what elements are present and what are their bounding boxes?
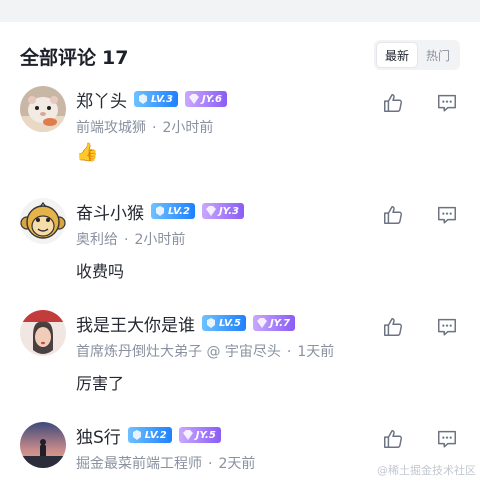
diamond-icon (256, 317, 268, 329)
user-name[interactable]: 郑丫头 (76, 87, 127, 112)
user-name-row: 奋斗小猴 LV.2 JY.3 (76, 199, 245, 224)
level-text: LV.3 (151, 93, 173, 105)
like-button[interactable] (382, 428, 404, 450)
jy-text: JY.7 (269, 317, 291, 329)
user-avatar[interactable] (20, 198, 66, 244)
level-icon (137, 93, 149, 105)
diamond-icon (188, 93, 200, 105)
sort-latest-button[interactable]: 最新 (376, 42, 418, 68)
jy-text: JY.5 (195, 429, 216, 441)
hamster-avatar-icon (20, 86, 66, 132)
comment-icon (438, 430, 456, 448)
person-avatar-icon (20, 310, 66, 356)
comment-content: 收费吗 (76, 262, 125, 281)
comments-title-text: 全部评论 (20, 47, 97, 69)
user-name-row: 我是王大你是谁 LV.5 JY.7 (76, 311, 296, 336)
user-name[interactable]: 奋斗小猴 (76, 199, 144, 224)
comments-title: 全部评论 17 (20, 43, 128, 70)
comment-time: 2小时前 (134, 232, 186, 248)
user-avatar[interactable] (20, 310, 66, 356)
level-badge: LV.5 (202, 315, 246, 331)
user-meta: 掘金最菜前端工程师 · 2天前 (76, 456, 256, 472)
comment-content: 厉害了 (76, 374, 125, 393)
reply-button[interactable] (436, 204, 458, 226)
jy-badge: JY.3 (201, 203, 245, 219)
user-avatar[interactable] (20, 422, 66, 468)
comment-time: 2天前 (218, 456, 256, 472)
thumbs-up-icon (384, 94, 403, 112)
watermark: @稀土掘金技术社区 (377, 464, 476, 477)
comment-icon (438, 206, 456, 224)
jy-badge: JY.7 (252, 315, 296, 331)
comment-icon (438, 94, 456, 112)
reply-button[interactable] (436, 428, 458, 450)
top-divider (0, 0, 480, 22)
thumbs-up-icon (384, 206, 403, 224)
level-icon (131, 429, 143, 441)
user-title: 奥利给 (76, 232, 118, 248)
like-button[interactable] (382, 204, 404, 226)
user-name[interactable]: 独S行 (76, 423, 121, 448)
user-title: 掘金最菜前端工程师 (76, 456, 202, 472)
level-text: LV.2 (168, 205, 190, 217)
comments-count: 17 (102, 47, 129, 69)
comment-time: 2小时前 (162, 120, 214, 136)
reply-button[interactable] (436, 92, 458, 114)
level-icon (205, 317, 217, 329)
sunset-avatar-icon (20, 422, 66, 468)
user-name-row: 独S行 LV.2 JY.5 (76, 423, 221, 448)
user-avatar[interactable] (20, 86, 66, 132)
diamond-icon (205, 205, 217, 217)
jy-text: JY.3 (218, 205, 240, 217)
comment-icon (438, 318, 456, 336)
comment-item: 郑丫头 LV.3 JY.6 前端攻城狮 · 2小时前 👍 (20, 86, 460, 166)
comments-header: 全部评论 17 最新 热门 (20, 40, 460, 70)
monkey-avatar-icon (20, 198, 66, 244)
sort-hot-button[interactable]: 热门 (418, 42, 458, 68)
comment-content: 👍 (76, 142, 98, 163)
user-name-row: 郑丫头 LV.3 JY.6 (76, 87, 228, 112)
level-badge: LV.2 (151, 203, 195, 219)
user-title: 首席炼丹倒灶大弟子 @ 宇宙尽头 (76, 344, 281, 360)
level-badge: LV.3 (134, 91, 178, 107)
level-badge: LV.2 (127, 427, 172, 443)
jy-badge: JY.5 (178, 427, 221, 443)
reply-button[interactable] (436, 316, 458, 338)
user-title: 前端攻城狮 (76, 120, 146, 136)
user-meta: 奥利给 · 2小时前 (76, 232, 186, 248)
thumbs-up-emoji: 👍 (76, 142, 99, 163)
thumbs-up-icon (384, 318, 403, 336)
jy-text: JY.6 (201, 93, 223, 105)
comment-time: 1天前 (297, 344, 335, 360)
user-name[interactable]: 我是王大你是谁 (76, 311, 195, 336)
comment-item: 我是王大你是谁 LV.5 JY.7 首席炼丹倒灶大弟子 @ 宇宙尽头 · 1天前 厉… (20, 310, 460, 393)
like-button[interactable] (382, 92, 404, 114)
level-text: LV.2 (144, 429, 167, 441)
jy-badge: JY.6 (184, 91, 228, 107)
level-icon (154, 205, 166, 217)
user-meta: 前端攻城狮 · 2小时前 (76, 120, 214, 136)
sort-toggle: 最新 热门 (374, 40, 460, 70)
diamond-icon (182, 429, 194, 441)
like-button[interactable] (382, 316, 404, 338)
comment-item: 奋斗小猴 LV.2 JY.3 奥利给 · 2小时前 收费吗 (20, 198, 460, 281)
thumbs-up-icon (384, 430, 403, 448)
user-meta: 首席炼丹倒灶大弟子 @ 宇宙尽头 · 1天前 (76, 344, 335, 360)
level-text: LV.5 (219, 317, 241, 329)
